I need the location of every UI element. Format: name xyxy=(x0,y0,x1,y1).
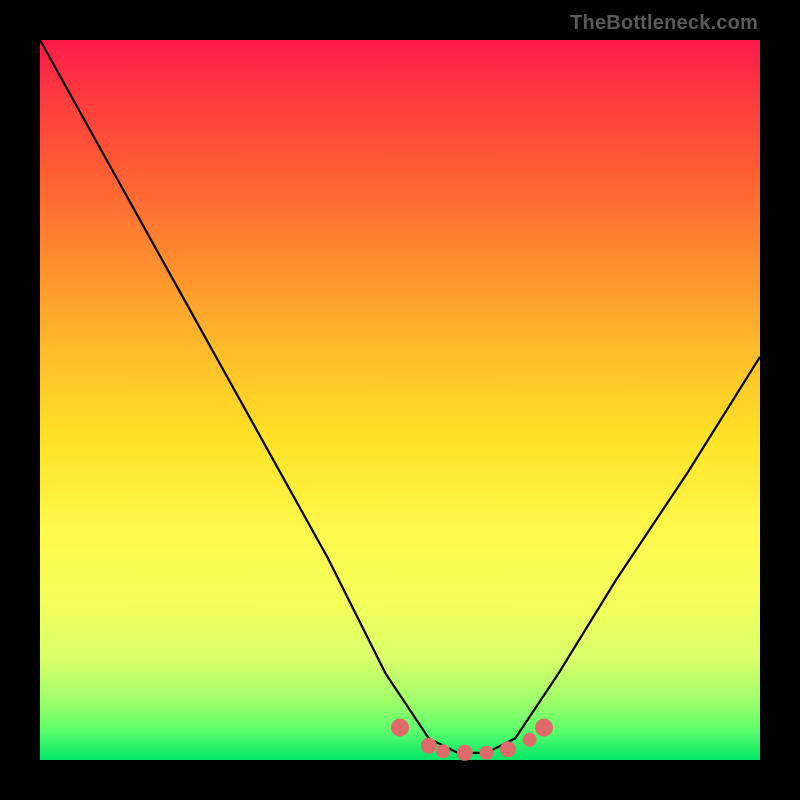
highlight-dots xyxy=(391,719,553,761)
watermark-text: TheBottleneck.com xyxy=(570,12,758,35)
highlight-dot xyxy=(391,719,409,737)
highlight-dot xyxy=(535,719,553,737)
chart-frame: TheBottleneck.com xyxy=(0,0,800,800)
bottleneck-curve xyxy=(40,40,760,753)
highlight-dot xyxy=(500,741,516,757)
highlight-dot xyxy=(457,745,473,761)
highlight-dot xyxy=(421,738,437,754)
highlight-dot xyxy=(479,746,493,760)
highlight-dot xyxy=(523,733,537,747)
plot-area xyxy=(40,40,760,760)
highlight-dot xyxy=(436,744,450,758)
curve-layer xyxy=(40,40,760,760)
